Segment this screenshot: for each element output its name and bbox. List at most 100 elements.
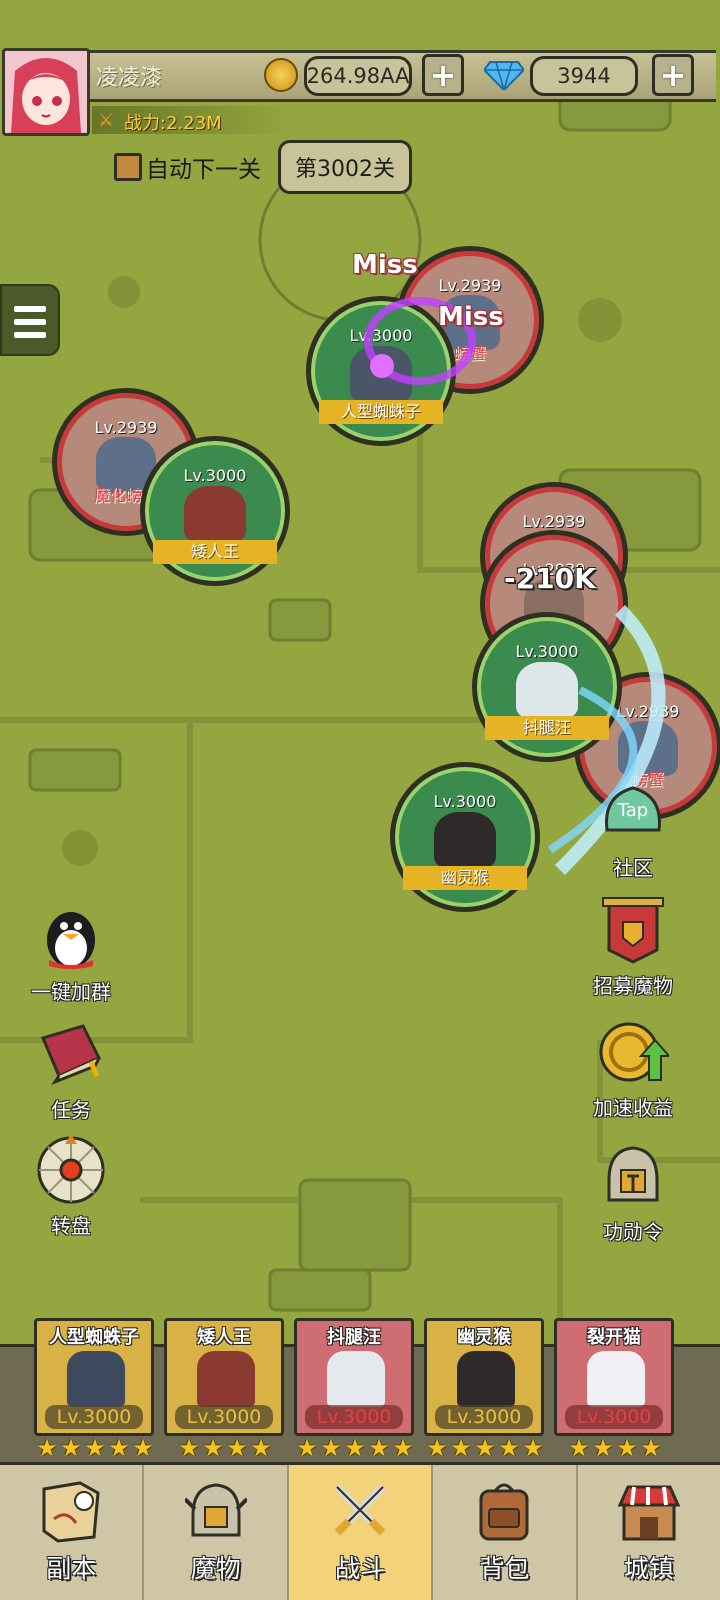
penguin-icon [47,912,95,969]
combat-power: ⚔ 战力:2.23M [92,106,292,134]
star-icon: ★ [320,1434,342,1462]
speed-up-button[interactable]: 加速收益 [578,1016,688,1121]
hero-stars: ★ ★ ★ ★ ★ [420,1436,550,1462]
team-slot[interactable]: 矮人王 Lv.3000 [164,1318,284,1436]
nav-label: 魔物 [190,1554,241,1583]
merit-label: 功勋令 [603,1220,663,1244]
star-icon: ★ [132,1434,154,1462]
player-avatar[interactable] [2,48,90,136]
miss-text: Miss [438,302,504,332]
power-icon: ⚔ [98,110,115,131]
hero-stars: ★ ★ ★ ★ [160,1436,290,1462]
nav-town[interactable]: 城镇 [578,1465,720,1600]
star-icon: ★ [178,1434,200,1462]
hero-name: 矮人王 [197,1327,251,1348]
hero-name: 人型蜘蛛子 [49,1327,139,1348]
hero-stars: ★ ★ ★ ★ [550,1436,680,1462]
helmet-icon [607,1146,659,1202]
hero-level: Lv.3000 [305,1405,403,1429]
banner-icon [602,897,664,964]
tasks-label: 任务 [51,1098,91,1122]
star-icon: ★ [226,1434,248,1462]
ally-name: 幽灵猴 [403,866,527,891]
backpack-icon [479,1483,529,1541]
combat-power-value: 战力:2.23M [124,113,222,134]
team-slot[interactable]: 抖腿汪 Lv.3000 [294,1318,414,1436]
ghost-monkey-sprite [434,811,496,868]
ally-unit[interactable]: Lv.3000 矮人王 [140,436,290,586]
community-label: 社区 [613,856,653,880]
star-icon: ★ [616,1434,638,1462]
hero-name: 幽灵猴 [457,1327,511,1348]
hero-level: Lv.3000 [435,1405,533,1429]
recruit-button[interactable]: 招募魔物 [578,894,688,999]
star-icon: ★ [474,1434,496,1462]
hero-portrait [67,1351,125,1407]
star-icon: ★ [498,1434,520,1462]
star-icon: ★ [568,1434,590,1462]
auto-next-checkbox[interactable] [114,153,142,181]
shop-icon [617,1485,680,1541]
tasks-button[interactable]: 任务 [16,1018,126,1123]
community-button[interactable]: Tap 社区 [578,776,688,881]
nav-label: 城镇 [623,1554,674,1583]
merit-button[interactable]: 功勋令 [578,1140,688,1245]
star-icon: ★ [426,1434,448,1462]
star-icon: ★ [640,1434,662,1462]
hero-portrait [197,1351,255,1407]
hero-level: Lv.3000 [565,1405,663,1429]
join-group-label: 一键加群 [31,980,111,1004]
nav-battle[interactable]: 战斗 [288,1465,434,1600]
ally-unit[interactable]: Lv.3000 幽灵猴 [390,762,540,912]
nav-dungeon[interactable]: 副本 [0,1465,145,1600]
star-icon: ★ [84,1434,106,1462]
hero-level: Lv.3000 [45,1405,143,1429]
menu-button[interactable] [0,284,60,356]
wheel-label: 转盘 [51,1214,91,1238]
bottom-nav: 副本 魔物 战斗 背包 城镇 [0,1462,720,1600]
tap-bubble-icon: Tap [605,786,661,832]
hero-name: 裂开猫 [587,1327,641,1348]
ally-level: Lv.3000 [433,792,497,812]
auto-next-toggle[interactable]: 自动下一关 [114,150,261,184]
ally-name: 人型蜘蛛子 [319,400,443,425]
hero-portrait [457,1351,515,1407]
enemy-level: Lv.2939 [522,511,586,531]
nav-monsters[interactable]: 魔物 [144,1465,289,1600]
star-icon: ★ [450,1434,472,1462]
nav-label: 背包 [479,1554,530,1583]
hero-stars: ★ ★ ★ ★ ★ [290,1436,420,1462]
menu-icon [14,306,46,312]
hero-level: Lv.3000 [175,1405,273,1429]
nav-label: 战斗 [335,1554,386,1583]
ally-name: 矮人王 [153,540,277,565]
star-icon: ★ [108,1434,130,1462]
enemy-level: Lv.2939 [94,417,158,437]
stage-indicator[interactable]: 第3002关 [278,140,412,194]
team-slot[interactable]: 裂开猫 Lv.3000 [554,1318,674,1436]
star-icon: ★ [344,1434,366,1462]
book-icon [40,1024,102,1086]
map-icon [42,1481,100,1543]
join-group-button[interactable]: 一键加群 [16,900,126,1005]
speed-up-label: 加速收益 [593,1096,673,1120]
hero-name: 抖腿汪 [327,1327,381,1348]
add-gold-button[interactable]: + [422,54,464,96]
dwarf-king-sprite [184,485,246,542]
wheel-button[interactable]: 转盘 [16,1134,126,1239]
damage-text: -210K [504,562,596,595]
add-gems-button[interactable]: + [652,54,694,96]
team-slot[interactable]: 人型蜘蛛子 Lv.3000 [34,1318,154,1436]
star-icon: ★ [36,1434,58,1462]
hero-portrait [327,1351,385,1407]
ally-level: Lv.3000 [183,466,247,486]
hero-stars: ★ ★ ★ ★ ★ [30,1436,160,1462]
hero-portrait [587,1351,645,1407]
team-slot[interactable]: 幽灵猴 Lv.3000 [424,1318,544,1436]
star-icon: ★ [368,1434,390,1462]
nav-label: 副本 [46,1554,97,1583]
gold-coin-icon [264,58,298,92]
gem-amount: 3944 [530,56,638,96]
nav-backpack[interactable]: 背包 [433,1465,578,1600]
recruit-label: 招募魔物 [593,974,673,998]
